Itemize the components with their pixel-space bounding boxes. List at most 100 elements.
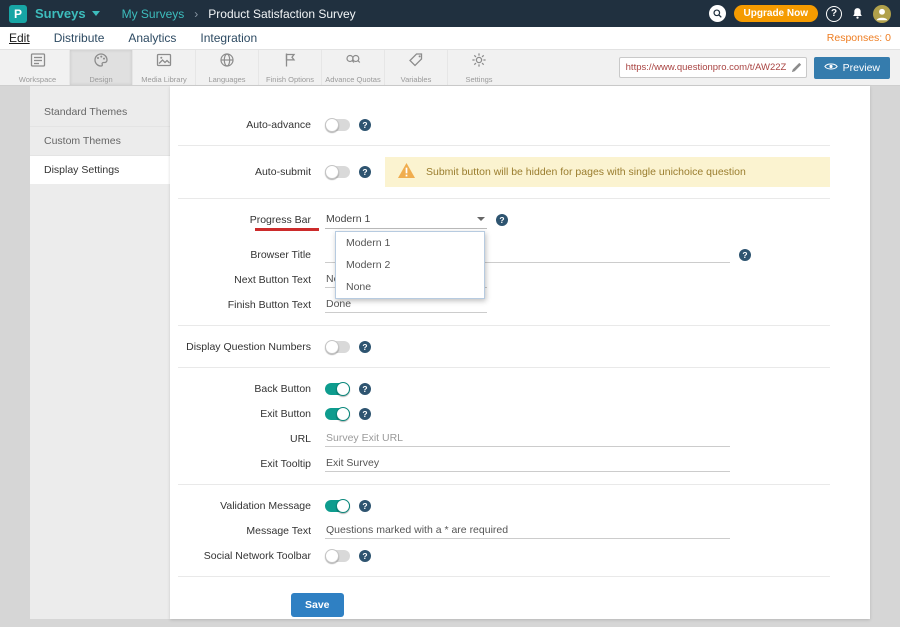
design-icon (92, 51, 110, 74)
save-row: Save (170, 593, 870, 617)
auto-advance-toggle[interactable] (325, 119, 350, 131)
languages-globe-icon (218, 51, 236, 74)
search-icon[interactable] (709, 5, 726, 22)
media-library-icon (155, 51, 173, 74)
breadcrumb-my-surveys[interactable]: My Surveys (122, 7, 185, 21)
tab-edit[interactable]: Edit (9, 31, 30, 45)
social-network-toolbar-label: Social Network Toolbar (170, 550, 325, 562)
back-button-toggle[interactable] (325, 383, 350, 395)
divider (178, 484, 830, 485)
help-icon[interactable] (496, 214, 508, 226)
toolbar-media-library[interactable]: Media Library (132, 50, 195, 85)
toolbar-settings[interactable]: Settings (447, 50, 510, 85)
survey-url-wrap (619, 57, 807, 78)
back-button-label: Back Button (170, 383, 325, 395)
progress-bar-select[interactable]: Modern 1 (325, 211, 487, 229)
surveys-menu[interactable]: Surveys (35, 6, 100, 21)
questionpro-logo[interactable]: P (9, 5, 27, 23)
help-icon[interactable] (359, 341, 371, 353)
warning-text: Submit button will be hidden for pages w… (426, 166, 746, 178)
edit-pencil-icon[interactable] (790, 61, 803, 79)
auto-submit-label: Auto-submit (170, 166, 325, 178)
next-button-text-row: Next Button Text (170, 267, 870, 292)
breadcrumb-separator-icon: › (194, 7, 198, 21)
page-title: Product Satisfaction Survey (208, 7, 355, 21)
sidebar-item-standard-themes[interactable]: Standard Themes (30, 98, 170, 127)
next-button-text-label: Next Button Text (170, 274, 325, 286)
save-button[interactable]: Save (291, 593, 344, 617)
topbar: P Surveys My Surveys › Product Satisfact… (0, 0, 900, 27)
dropdown-option-none[interactable]: None (336, 276, 484, 298)
exit-tooltip-input[interactable] (325, 455, 730, 472)
toolbar-label: Languages (208, 75, 245, 84)
help-icon[interactable] (359, 166, 371, 178)
preview-button[interactable]: Preview (814, 57, 890, 79)
exit-url-input[interactable] (325, 430, 730, 447)
browser-title-label: Browser Title (170, 249, 325, 261)
survey-url-input[interactable] (619, 57, 807, 78)
toolbar-languages[interactable]: Languages (195, 50, 258, 85)
exit-button-label: Exit Button (170, 408, 325, 420)
exit-button-toggle[interactable] (325, 408, 350, 420)
validation-message-label: Validation Message (170, 500, 325, 512)
responses-count[interactable]: Responses: 0 (827, 32, 891, 44)
warning-triangle-icon (397, 162, 416, 182)
exit-url-label: URL (170, 433, 325, 445)
tab-analytics[interactable]: Analytics (128, 31, 176, 45)
exit-tooltip-row: Exit Tooltip (170, 451, 870, 476)
message-text-input[interactable] (325, 522, 730, 539)
validation-message-toggle[interactable] (325, 500, 350, 512)
help-icon[interactable] (359, 550, 371, 562)
design-toolbar: Workspace Design Media Library Languages… (0, 50, 900, 86)
auto-advance-label: Auto-advance (170, 119, 325, 131)
auto-submit-toggle[interactable] (325, 166, 350, 178)
help-icon[interactable] (359, 408, 371, 420)
avatar[interactable] (873, 5, 891, 23)
toolbar-label: Finish Options (266, 75, 314, 84)
social-network-toolbar-toggle[interactable] (325, 550, 350, 562)
divider (178, 576, 830, 577)
help-icon[interactable] (739, 249, 751, 261)
toolbar-finish-options[interactable]: Finish Options (258, 50, 321, 85)
toolbar-advance-quotas[interactable]: Advance Quotas (321, 50, 384, 85)
themes-sidebar: Standard Themes Custom Themes Display Se… (30, 86, 170, 619)
dropdown-option-modern-2[interactable]: Modern 2 (336, 254, 484, 276)
progress-bar-label: Progress Bar (170, 214, 325, 226)
toolbar-design[interactable]: Design (69, 50, 132, 85)
upgrade-button[interactable]: Upgrade Now (734, 5, 818, 22)
exit-tooltip-label: Exit Tooltip (170, 458, 325, 470)
surveys-label: Surveys (35, 6, 86, 21)
toolbar-label: Settings (465, 75, 492, 84)
message-text-label: Message Text (170, 525, 325, 537)
workspace-icon (29, 51, 47, 74)
progress-bar-label-text: Progress Bar (250, 214, 311, 226)
toggle-knob (336, 499, 350, 513)
toolbar-label: Advance Quotas (325, 75, 380, 84)
toolbar-workspace[interactable]: Workspace (6, 50, 69, 85)
display-question-numbers-label: Display Question Numbers (170, 341, 325, 353)
toggle-knob (325, 340, 339, 354)
help-icon[interactable] (359, 383, 371, 395)
toolbar-label: Media Library (141, 75, 186, 84)
progress-bar-row: Progress Bar Modern 1 Modern 1 Modern 2 … (170, 207, 870, 232)
auto-advance-row: Auto-advance (170, 112, 870, 137)
finish-flag-icon (281, 51, 299, 74)
auto-submit-warning: Submit button will be hidden for pages w… (385, 157, 830, 187)
help-icon[interactable] (359, 500, 371, 512)
toggle-knob (336, 382, 350, 396)
dropdown-option-modern-1[interactable]: Modern 1 (336, 232, 484, 254)
sidebar-item-display-settings[interactable]: Display Settings (30, 156, 170, 184)
sidebar-item-custom-themes[interactable]: Custom Themes (30, 127, 170, 156)
help-circle-icon[interactable] (826, 6, 842, 22)
notifications-bell-icon[interactable] (850, 6, 865, 21)
tab-integration[interactable]: Integration (200, 31, 257, 45)
eye-icon (824, 62, 838, 74)
annotation-underline (255, 228, 319, 231)
tab-distribute[interactable]: Distribute (54, 31, 105, 45)
help-icon[interactable] (359, 119, 371, 131)
display-question-numbers-toggle[interactable] (325, 341, 350, 353)
toolbar-variables[interactable]: Variables (384, 50, 447, 85)
finish-button-text-row: Finish Button Text (170, 292, 870, 317)
chevron-down-icon (92, 11, 100, 16)
exit-button-row: Exit Button (170, 401, 870, 426)
